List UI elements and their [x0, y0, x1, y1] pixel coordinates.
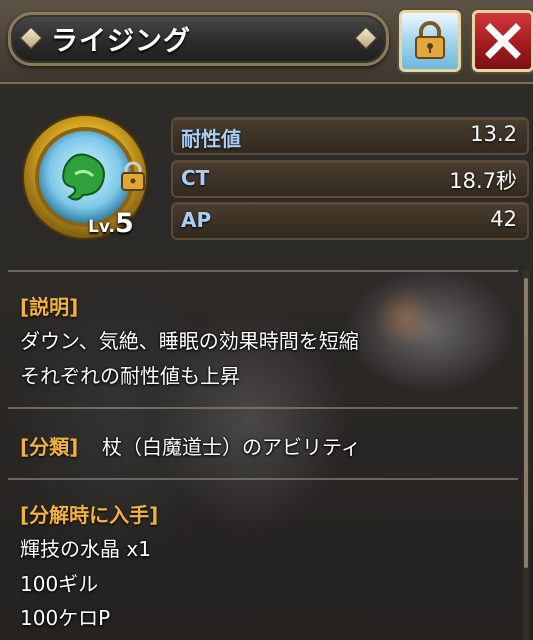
stat-value: 42 [490, 207, 517, 231]
decompose-item: 100ギル [20, 572, 99, 596]
level-prefix: Lv. [88, 217, 115, 237]
ability-title: ライジング [51, 26, 191, 57]
stat-label: 耐性値 [181, 127, 241, 151]
description-line: ダウン、気絶、睡眠の効果時間を短縮 [20, 329, 359, 353]
close-button[interactable] [472, 10, 533, 72]
ability-level: Lv.5 [88, 208, 134, 239]
stat-row-ap: AP 42 [171, 202, 529, 240]
stat-value: 18.7秒 [449, 169, 517, 193]
title-ornament-right [354, 26, 378, 50]
decompose-item: 100ケロP [20, 606, 111, 630]
divider [8, 407, 518, 409]
stat-row-ct: CT 18.7秒 [171, 160, 529, 198]
decompose-item: 輝技の水晶 x1 [20, 537, 151, 561]
title-ornament-left [19, 26, 43, 50]
category-value: 杖（白魔道士）のアビリティ [102, 435, 361, 459]
ability-lock-icon [121, 161, 145, 191]
stat-label: AP [181, 208, 212, 232]
scrollbar-thumb[interactable] [524, 278, 528, 568]
description-line: それぞれの耐性値も上昇 [20, 364, 240, 388]
stat-value: 13.2 [470, 122, 517, 146]
description-heading: [説明] [20, 295, 79, 319]
lock-button[interactable] [399, 10, 461, 72]
close-icon [485, 23, 521, 59]
divider [8, 270, 518, 272]
lock-icon [415, 21, 445, 59]
category-heading: [分類] [20, 435, 79, 459]
header-bar: ライジング [0, 0, 533, 84]
title-plate: ライジング [8, 12, 389, 66]
stat-row-resistance: 耐性値 13.2 [171, 117, 529, 155]
level-value: 5 [115, 208, 134, 239]
divider [8, 478, 518, 480]
decompose-heading: [分解時に入手] [20, 503, 159, 527]
stat-label: CT [181, 166, 210, 190]
